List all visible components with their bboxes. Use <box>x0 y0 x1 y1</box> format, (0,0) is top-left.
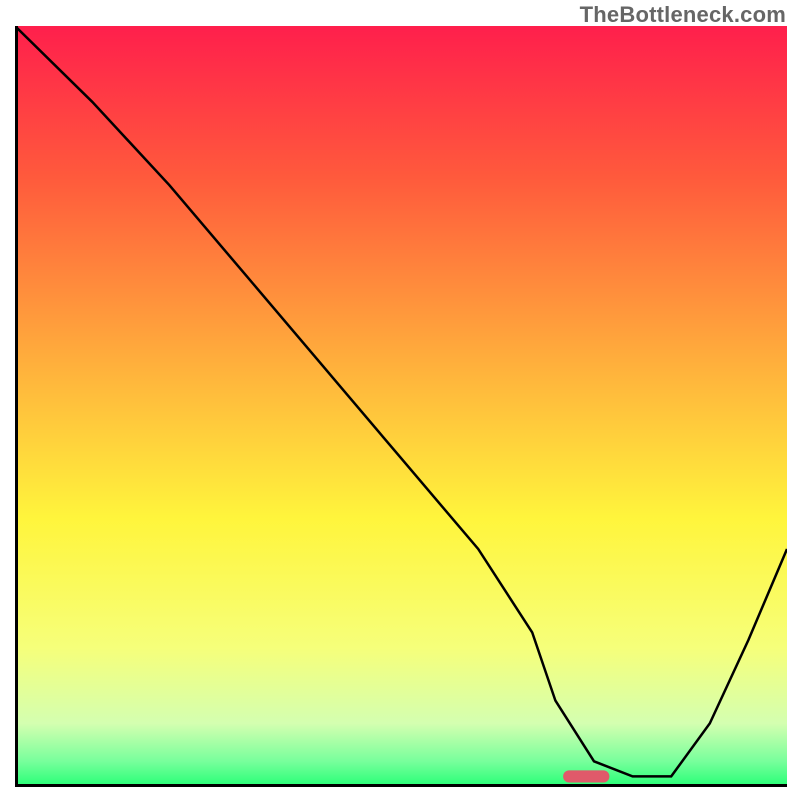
y-axis <box>15 26 18 787</box>
plot-area <box>15 26 787 784</box>
x-axis <box>15 784 787 787</box>
chart-container: TheBottleneck.com <box>0 0 800 800</box>
chart-svg <box>15 26 787 784</box>
watermark-text: TheBottleneck.com <box>580 2 786 28</box>
optimal-marker <box>563 770 609 782</box>
gradient-background <box>15 26 787 784</box>
